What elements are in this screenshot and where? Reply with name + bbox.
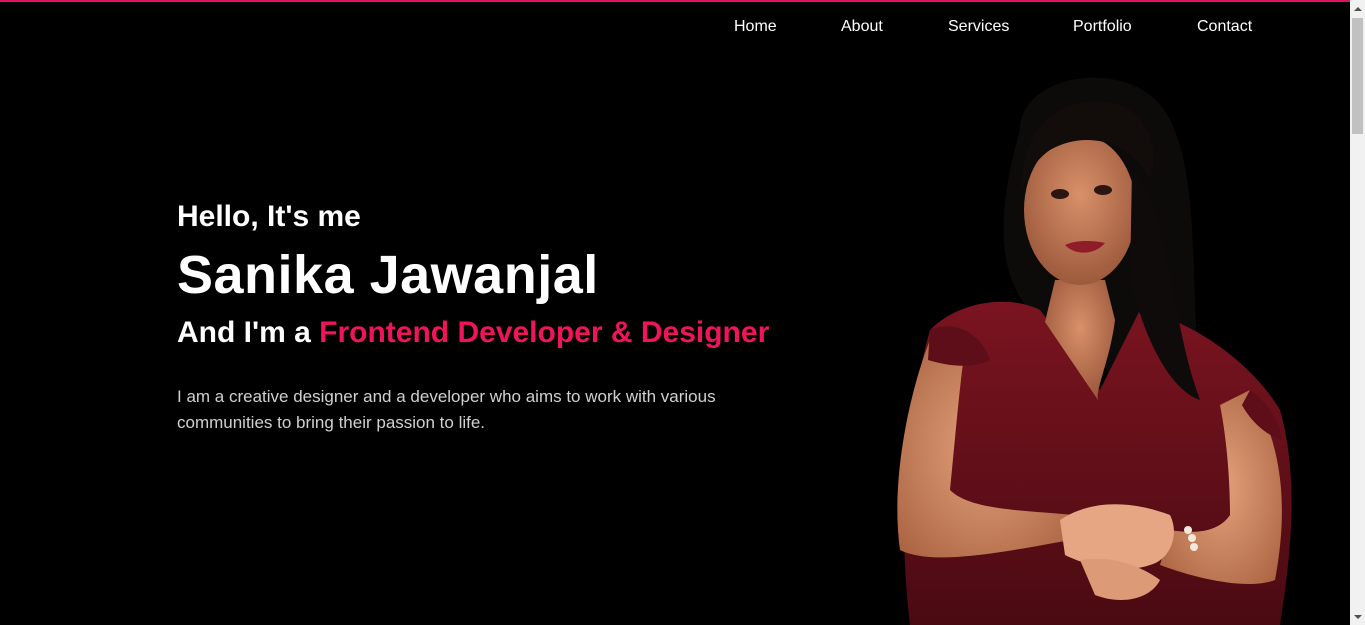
nav-home-link[interactable]: Home bbox=[734, 17, 777, 37]
hero-role-prefix: And I'm a bbox=[177, 316, 320, 349]
page: Home About Services Portfolio Contact He… bbox=[0, 0, 1365, 625]
top-accent-line bbox=[0, 0, 1350, 2]
profile-photo bbox=[897, 77, 1292, 625]
hero-name: Sanika Jawanjal bbox=[177, 245, 599, 305]
hero-role: And I'm a Frontend Developer & Designer bbox=[177, 314, 857, 352]
main-nav: Home About Services Portfolio Contact bbox=[0, 17, 1350, 39]
nav-services-link[interactable]: Services bbox=[948, 17, 1009, 37]
scrollbar-thumb[interactable] bbox=[1352, 18, 1363, 134]
hero-role-highlight: Frontend Developer & Designer bbox=[319, 316, 770, 349]
arrow-up-icon bbox=[1353, 6, 1362, 11]
arrow-down-icon bbox=[1353, 614, 1362, 619]
scroll-up-button[interactable] bbox=[1350, 0, 1365, 17]
scroll-down-button[interactable] bbox=[1350, 608, 1365, 625]
nav-portfolio-link[interactable]: Portfolio bbox=[1073, 17, 1132, 37]
hero-description: I am a creative designer and a developer… bbox=[177, 387, 716, 432]
hero-greeting: Hello, It's me bbox=[177, 200, 361, 233]
nav-contact-link[interactable]: Contact bbox=[1197, 17, 1252, 37]
hero-section: Hello, It's me Sanika Jawanjal And I'm a… bbox=[177, 198, 857, 436]
nav-about-link[interactable]: About bbox=[841, 17, 883, 37]
vertical-scrollbar[interactable] bbox=[1350, 0, 1365, 625]
